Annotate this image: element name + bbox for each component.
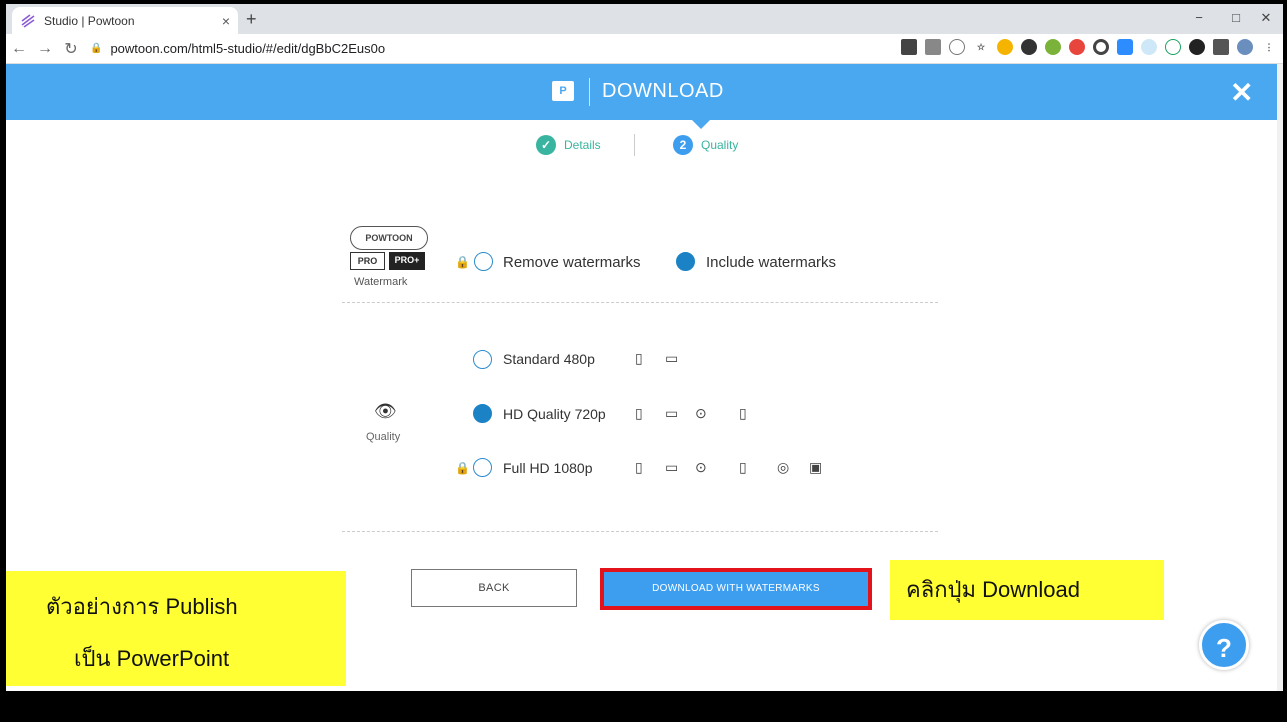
browser-toolbar: ← → ↻ 🔒 powtoon.com/html5-studio/#/edit/… [6,34,1283,64]
close-dialog-icon[interactable]: ✕ [1230,76,1253,109]
camera-extension-icon[interactable] [901,39,917,55]
include-watermarks-radio[interactable] [676,252,695,271]
minimize-button[interactable]: − [1179,6,1219,30]
window-close-button[interactable]: ✕ [1246,6,1286,30]
bookmark-star-icon[interactable]: ☆ [973,39,989,55]
scrollbar[interactable] [1277,64,1283,691]
step-pointer [692,120,710,129]
standard-480p-label: Standard 480p [503,351,595,367]
callout-publish-note: ตัวอย่างการ Publish เป็น PowerPoint [6,571,346,686]
step-details[interactable]: ✓ Details [536,135,601,155]
step-label: Details [564,138,601,152]
full-hd-1080p-label: Full HD 1080p [503,460,593,476]
profile-avatar[interactable] [1237,39,1253,55]
extension-icons: ☆ ⋮ [901,39,1277,55]
zoom-video-icon[interactable] [1117,39,1133,55]
tab-title: Studio | Powtoon [44,13,135,28]
tab-close-icon[interactable]: × [222,13,230,29]
phone-icon: ▯ [635,459,643,475]
translate-icon[interactable] [925,39,941,55]
lock-icon: 🔒 [90,43,103,54]
step-separator [634,134,635,156]
header-divider [589,78,590,106]
thumb-extension-icon[interactable] [997,39,1013,55]
full-hd-1080p-radio[interactable] [473,458,492,477]
powtoon-favicon-icon [21,13,35,28]
created-using-powtoon-badge: POWTOON [350,226,428,250]
back-arrow-icon[interactable]: ← [6,40,32,58]
browser-tab[interactable]: Studio | Powtoon × [12,7,238,34]
step-label: Quality [701,138,739,152]
puzzle-extensions-icon[interactable] [1213,39,1229,55]
plan-pro-plus-badge: PRO+ [389,252,425,270]
quality-label: Quality [366,431,401,443]
lock-icon: 🔒 [455,255,470,269]
section-divider [342,531,938,532]
callout-click-download: คลิกปุ่ม Download [890,560,1164,620]
hd-720p-label: HD Quality 720p [503,406,606,422]
section-divider [342,302,938,303]
circle-extension-icon[interactable] [1093,39,1109,55]
menu-kebab-icon[interactable]: ⋮ [1261,39,1277,55]
laptop-icon: ▭ [665,350,679,366]
tablet-icon: ▯ [739,459,747,475]
browser-tab-bar: Studio | Powtoon × + − □ ✕ [6,4,1283,34]
laptop-icon: ▭ [665,405,679,421]
disc-icon: ◎ [777,459,790,475]
laptop-icon: ▭ [665,459,679,475]
tablet-icon: ▯ [739,405,747,421]
url-text: powtoon.com/html5-studio/#/edit/dgBbC2Eu… [110,41,386,56]
bug-extension-icon[interactable] [1045,39,1061,55]
zoom-icon[interactable] [949,39,965,55]
back-button[interactable]: BACK [411,569,577,607]
dialog-title: DOWNLOAD [602,80,724,102]
help-button[interactable]: ? [1199,620,1249,670]
new-tab-button[interactable]: + [246,9,257,30]
watermark-label: Watermark [354,276,408,288]
callout-line-2: เป็น PowerPoint [74,646,230,671]
n-extension-icon[interactable] [1165,39,1181,55]
dialog-header: P DOWNLOAD ✕ [6,64,1278,120]
step-number: 2 [673,135,693,155]
projector-icon: ⊙ [695,459,707,475]
phone-icon: ▯ [635,350,643,366]
forward-arrow-icon[interactable]: → [32,40,58,58]
download-with-watermarks-button[interactable]: DOWNLOAD WITH WATERMARKS [600,568,872,610]
step-quality[interactable]: 2 Quality [673,135,738,155]
cloud-extension-icon[interactable] [1141,39,1157,55]
plan-pro-badge: PRO [350,252,385,270]
check-icon: ✓ [536,135,556,155]
lock-icon: 🔒 [455,461,470,475]
spiral-extension-icon[interactable] [1069,39,1085,55]
phone-icon: ▯ [635,405,643,421]
eye-icon: 👁 [374,401,397,421]
reload-icon[interactable]: ↻ [58,39,84,59]
kiosk-icon: ▣ [809,459,823,475]
remove-watermarks-label: Remove watermarks [503,254,641,271]
include-watermarks-label: Include watermarks [706,254,837,271]
address-bar[interactable]: 🔒 powtoon.com/html5-studio/#/edit/dgBbC2… [90,41,385,56]
powerpoint-icon: P [552,81,574,101]
callout-line-1: ตัวอย่างการ Publish [46,594,238,619]
hd-720p-radio[interactable] [473,404,492,423]
projector-icon: ⊙ [695,405,707,421]
standard-480p-radio[interactable] [473,350,492,369]
screen: Studio | Powtoon × + − □ ✕ ← → ↻ 🔒 powto… [0,0,1287,722]
remove-watermarks-radio[interactable] [474,252,493,271]
r-extension-icon[interactable] [1189,39,1205,55]
s-extension-icon[interactable] [1021,39,1037,55]
